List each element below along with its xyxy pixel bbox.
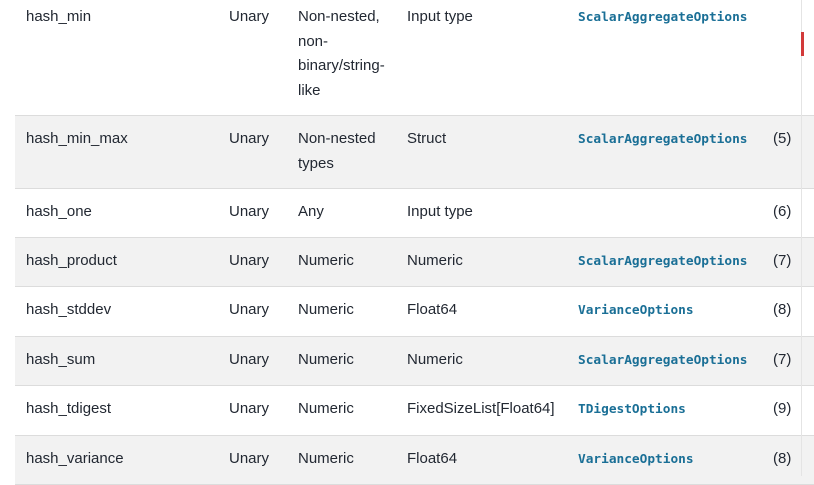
function-name: hash_one [15,188,229,238]
scrollbar-thumb[interactable] [801,32,804,56]
output-type: Input type [407,0,578,116]
function-name: hash_variance [15,435,229,485]
options-class-link[interactable]: ScalarAggregateOptions [578,353,748,368]
options-class-link[interactable]: VarianceOptions [578,452,694,467]
options-class-link[interactable]: VarianceOptions [578,303,694,318]
notes: (9) [773,385,814,436]
notes [773,0,814,116]
hash-aggregate-functions-table: hash_min Unary Non-nested, non-binary/st… [15,0,814,485]
notes: (8) [773,435,814,485]
input-types: Any [298,188,407,238]
table-row: hash_min Unary Non-nested, non-binary/st… [15,0,814,116]
arity: Unary [229,435,298,485]
input-types: Numeric [298,237,407,287]
arity: Unary [229,115,298,189]
table-row: hash_product Unary Numeric Numeric Scala… [15,237,814,287]
output-type: Float64 [407,435,578,485]
output-type: Input type [407,188,578,238]
output-type: Numeric [407,336,578,386]
function-name: hash_product [15,237,229,287]
output-type: Float64 [407,286,578,337]
notes: (6) [773,188,814,238]
input-types: Numeric [298,435,407,485]
table-row: hash_one Unary Any Input type (6) [15,188,814,238]
function-name: hash_min [15,0,229,116]
function-name: hash_tdigest [15,385,229,436]
input-types: Non-nested, non-binary/string-like [298,0,407,116]
table-row: hash_sum Unary Numeric Numeric ScalarAgg… [15,336,814,386]
table-row: hash_stddev Unary Numeric Float64 Varian… [15,286,814,337]
scrollbar-track[interactable] [801,0,802,476]
function-name: hash_stddev [15,286,229,337]
options-class-link[interactable]: ScalarAggregateOptions [578,254,748,269]
output-type: FixedSizeList[Float64] [407,385,578,436]
table-row: hash_tdigest Unary Numeric FixedSizeList… [15,385,814,436]
notes: (7) [773,237,814,287]
options-class-link[interactable]: ScalarAggregateOptions [578,132,748,147]
table-row: hash_min_max Unary Non-nested types Stru… [15,115,814,189]
arity: Unary [229,336,298,386]
functions-table-container: hash_min Unary Non-nested, non-binary/st… [15,0,814,485]
arity: Unary [229,188,298,238]
notes: (7) [773,336,814,386]
options-class-link[interactable]: ScalarAggregateOptions [578,10,748,25]
input-types: Numeric [298,286,407,337]
input-types: Numeric [298,336,407,386]
output-type: Struct [407,115,578,189]
arity: Unary [229,0,298,116]
input-types: Numeric [298,385,407,436]
output-type: Numeric [407,237,578,287]
arity: Unary [229,237,298,287]
function-name: hash_min_max [15,115,229,189]
notes: (8) [773,286,814,337]
table-row: hash_variance Unary Numeric Float64 Vari… [15,435,814,485]
arity: Unary [229,385,298,436]
function-name: hash_sum [15,336,229,386]
notes: (5) [773,115,814,189]
input-types: Non-nested types [298,115,407,189]
options-class-link[interactable]: TDigestOptions [578,402,686,417]
arity: Unary [229,286,298,337]
